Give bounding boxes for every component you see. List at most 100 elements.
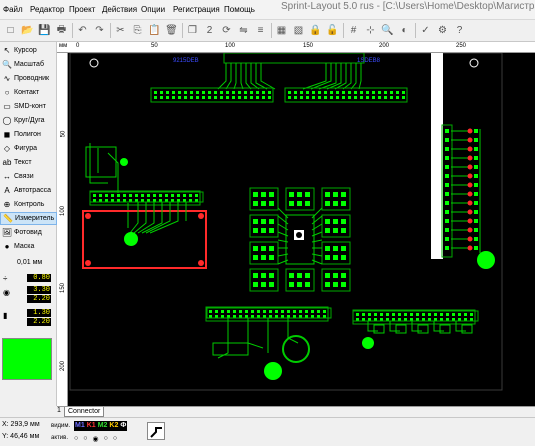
smd-pad bbox=[396, 96, 399, 99]
save-icon[interactable]: 💾 bbox=[37, 23, 52, 38]
radio-k1[interactable]: ○ bbox=[83, 435, 87, 443]
tool-autoroute[interactable]: A Автотрасса bbox=[0, 184, 57, 197]
tool-test[interactable]: ⊕ Контроль bbox=[0, 198, 57, 211]
duplicate-icon[interactable]: ❐ bbox=[185, 23, 200, 38]
snap-icon[interactable]: ⊹ bbox=[363, 23, 378, 38]
smd-pad bbox=[226, 96, 229, 99]
new-icon[interactable]: □ bbox=[3, 23, 18, 38]
smd-pad bbox=[196, 96, 199, 99]
group-icon[interactable]: ▦ bbox=[274, 23, 289, 38]
tool-cursor[interactable]: ↖ Курсор bbox=[0, 44, 57, 57]
mirror-icon[interactable]: ⇋ bbox=[236, 23, 251, 38]
menu-file[interactable]: Файл bbox=[3, 5, 23, 14]
lock-icon[interactable]: 🔒 bbox=[308, 23, 323, 38]
tool-measure[interactable]: 📏 Измеритель bbox=[0, 212, 57, 225]
dim-value[interactable]: 1.30 bbox=[27, 309, 51, 317]
tool-photoview[interactable]: 🖼 Фотовид bbox=[0, 226, 57, 239]
toolbar-separator bbox=[415, 23, 416, 38]
smd-pad bbox=[356, 313, 359, 316]
smd-pad bbox=[268, 91, 271, 94]
autoroute-icon[interactable] bbox=[147, 422, 165, 440]
menu-edit[interactable]: Редактор bbox=[30, 5, 64, 14]
tool-polygon[interactable]: ◼ Полигон bbox=[0, 128, 57, 141]
layer-toggle[interactable]: K1 bbox=[85, 421, 97, 431]
active-layer-color[interactable] bbox=[2, 338, 52, 380]
tool-connections[interactable]: ↔ Связи bbox=[0, 170, 57, 183]
grid-icon[interactable]: # bbox=[346, 23, 361, 38]
dim-value[interactable]: 0.80 bbox=[27, 274, 51, 282]
tool-track[interactable]: ∿ Проводник bbox=[0, 72, 57, 85]
menu-actions[interactable]: Действия bbox=[102, 5, 137, 14]
smd-pad bbox=[354, 91, 357, 94]
contrast-icon[interactable]: ◐ bbox=[397, 23, 412, 38]
tool-pad[interactable]: ○ Контакт bbox=[0, 86, 57, 99]
smd-pad bbox=[474, 201, 478, 205]
help-icon[interactable]: ? bbox=[452, 23, 467, 38]
zoom-icon[interactable]: 🔍 bbox=[380, 23, 395, 38]
smd-pad bbox=[171, 194, 174, 197]
tool-circle[interactable]: ◯ Круг/Дуга bbox=[0, 114, 57, 127]
menu-project[interactable]: Проект bbox=[69, 5, 95, 14]
layer-toggle[interactable]: K2 bbox=[108, 421, 120, 431]
undo-icon[interactable]: ↶ bbox=[75, 23, 90, 38]
grid-value[interactable]: 0,01 мм bbox=[17, 259, 42, 266]
radio-k2[interactable]: ○ bbox=[104, 435, 108, 443]
smd-pad bbox=[348, 91, 351, 94]
silkscreen-hole bbox=[85, 213, 91, 219]
layer-toggle[interactable]: M1 bbox=[74, 421, 86, 431]
radio-f[interactable]: ○ bbox=[113, 435, 117, 443]
align-icon[interactable]: ≡ bbox=[253, 23, 268, 38]
tool-mask[interactable]: ● Маска bbox=[0, 240, 57, 253]
pcb-drawing[interactable]: 9215DEB 1SDEB8 bbox=[68, 53, 535, 406]
smd-pad bbox=[470, 313, 473, 316]
drc-icon[interactable]: ✓ bbox=[418, 23, 433, 38]
redo-icon[interactable]: ↷ bbox=[92, 23, 107, 38]
delete-icon[interactable]: 🗑 bbox=[164, 23, 179, 38]
tool-shape[interactable]: ◇ Фигура bbox=[0, 142, 57, 155]
settings-icon[interactable]: ⚙ bbox=[435, 23, 450, 38]
x2-icon[interactable]: 2 bbox=[202, 23, 217, 38]
copy-icon[interactable]: ⎘ bbox=[130, 23, 145, 38]
layer-toggle[interactable]: Ф bbox=[119, 421, 128, 431]
layer-toggle[interactable]: M2 bbox=[96, 421, 109, 431]
menu-register[interactable]: Регистрация bbox=[173, 5, 220, 14]
tool-smd-pad[interactable]: ▭ SMD-конт bbox=[0, 100, 57, 113]
radio-m2[interactable]: ◉ bbox=[92, 435, 98, 443]
left-circuit bbox=[89, 143, 129, 228]
menu-options[interactable]: Опции bbox=[141, 5, 165, 14]
unlock-icon[interactable]: 🔓 bbox=[325, 23, 340, 38]
cursor-icon: ↖ bbox=[3, 46, 11, 55]
dim-value[interactable]: 2.20 bbox=[27, 318, 51, 326]
tool-label: Контроль bbox=[14, 201, 45, 208]
ruler-label: 150 bbox=[303, 43, 314, 49]
open-icon[interactable]: 📂 bbox=[20, 23, 35, 38]
smd-pad bbox=[474, 174, 478, 178]
paste-icon[interactable]: 📋 bbox=[147, 23, 162, 38]
component-outline bbox=[373, 324, 385, 334]
dim-value[interactable]: 3.30 bbox=[27, 286, 51, 294]
header-pad bbox=[445, 183, 449, 187]
pcb-canvas[interactable]: 9215DEB 1SDEB8 bbox=[68, 53, 535, 406]
center-chip-mark bbox=[296, 232, 302, 238]
print-icon[interactable]: 🖶 bbox=[54, 23, 69, 38]
radio-m1[interactable]: ○ bbox=[74, 435, 78, 443]
dim-value[interactable]: 2.20 bbox=[27, 295, 51, 303]
ungroup-icon[interactable]: ▧ bbox=[291, 23, 306, 38]
smd-pad bbox=[208, 96, 211, 99]
rotate-icon[interactable]: ⟳ bbox=[219, 23, 234, 38]
tab-bar: 1 Connector bbox=[57, 406, 535, 417]
smd-pad bbox=[233, 310, 236, 313]
menu-help[interactable]: Помощь bbox=[224, 5, 255, 14]
smd-pad bbox=[324, 91, 327, 94]
header-pad bbox=[445, 156, 449, 160]
copper-pad bbox=[264, 362, 282, 380]
cut-icon[interactable]: ✂ bbox=[113, 23, 128, 38]
tool-zoom[interactable]: 🔍 Масштаб bbox=[0, 58, 57, 71]
circle-icon: ◯ bbox=[2, 116, 12, 125]
smd-pad bbox=[250, 91, 253, 94]
connections-icon: ↔ bbox=[3, 172, 11, 181]
tool-text[interactable]: ab Текст bbox=[0, 156, 57, 169]
chip-outline bbox=[321, 241, 351, 265]
chip-outline bbox=[249, 187, 279, 211]
tab-connector[interactable]: Connector bbox=[64, 407, 105, 417]
